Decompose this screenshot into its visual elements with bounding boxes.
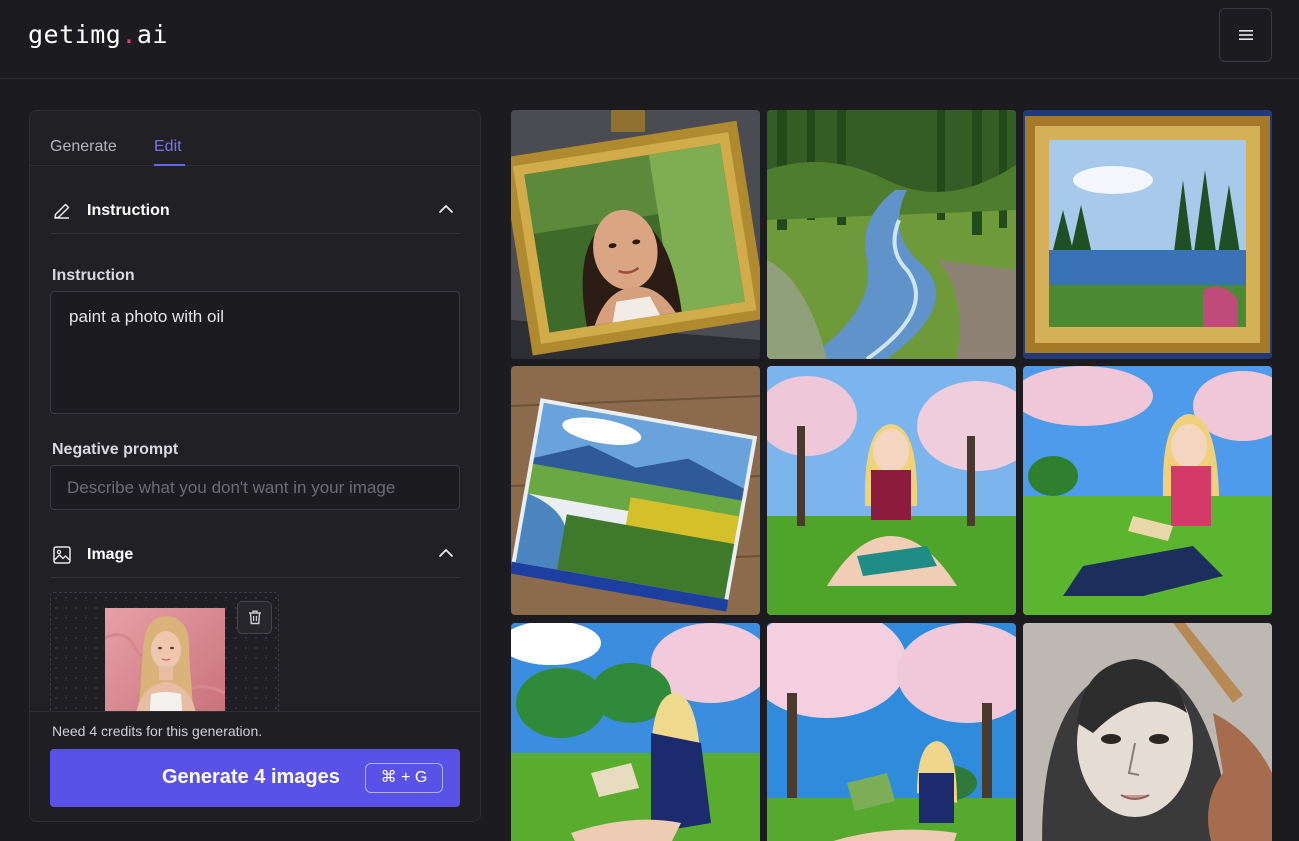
trash-icon [248,610,261,625]
uploaded-image-thumbnail [105,608,225,723]
tab-bar: Generate Edit [30,111,480,166]
gallery-image-8[interactable] [767,623,1016,841]
chevron-up-icon [439,549,453,557]
instruction-textarea[interactable]: paint a photo with oil [50,291,460,414]
gallery-image-9[interactable] [1023,623,1272,841]
result-gallery [511,110,1273,841]
image-upload-area[interactable] [50,592,279,723]
gallery-image-7[interactable] [511,623,760,841]
gallery-image-6[interactable] [1023,366,1272,615]
gallery-image-3[interactable] [1023,110,1272,359]
logo[interactable]: getimg.ai [28,20,168,49]
negative-prompt-input[interactable]: Describe what you don't want in your ima… [50,465,460,510]
chevron-up-icon [439,205,453,213]
gallery-image-2[interactable] [767,110,1016,359]
image-icon [53,546,71,564]
delete-image-button[interactable] [237,601,272,634]
logo-text-right: ai [136,20,168,49]
generate-button[interactable]: Generate 4 images ⌘ + G [50,749,460,807]
gallery-image-4[interactable] [511,366,760,615]
instruction-label: Instruction [52,267,135,284]
credits-note: Need 4 credits for this generation. [52,723,263,739]
generate-footer: Need 4 credits for this generation. Gene… [30,711,480,821]
generate-button-label: Generate 4 images [162,766,340,788]
tab-edit[interactable]: Edit [154,138,182,156]
image-section-title: Image [87,546,134,563]
edit-panel: Generate Edit Instruction Instruction pa… [29,110,481,822]
keyboard-shortcut-badge: ⌘ + G [365,763,443,793]
hamburger-icon [1238,30,1253,40]
logo-dot: . [121,20,137,49]
gallery-image-5[interactable] [767,366,1016,615]
gallery-image-1[interactable] [511,110,760,359]
top-bar: getimg.ai [0,0,1299,79]
tab-generate[interactable]: Generate [50,138,117,156]
instruction-section-title: Instruction [87,202,170,219]
logo-text-left: getimg [28,20,122,49]
menu-button[interactable] [1219,8,1272,62]
negative-prompt-label: Negative prompt [52,441,179,458]
active-tab-indicator [154,164,185,166]
pencil-icon [54,203,70,219]
instruction-section-header[interactable]: Instruction [50,190,460,234]
image-section-header[interactable]: Image [50,534,460,578]
